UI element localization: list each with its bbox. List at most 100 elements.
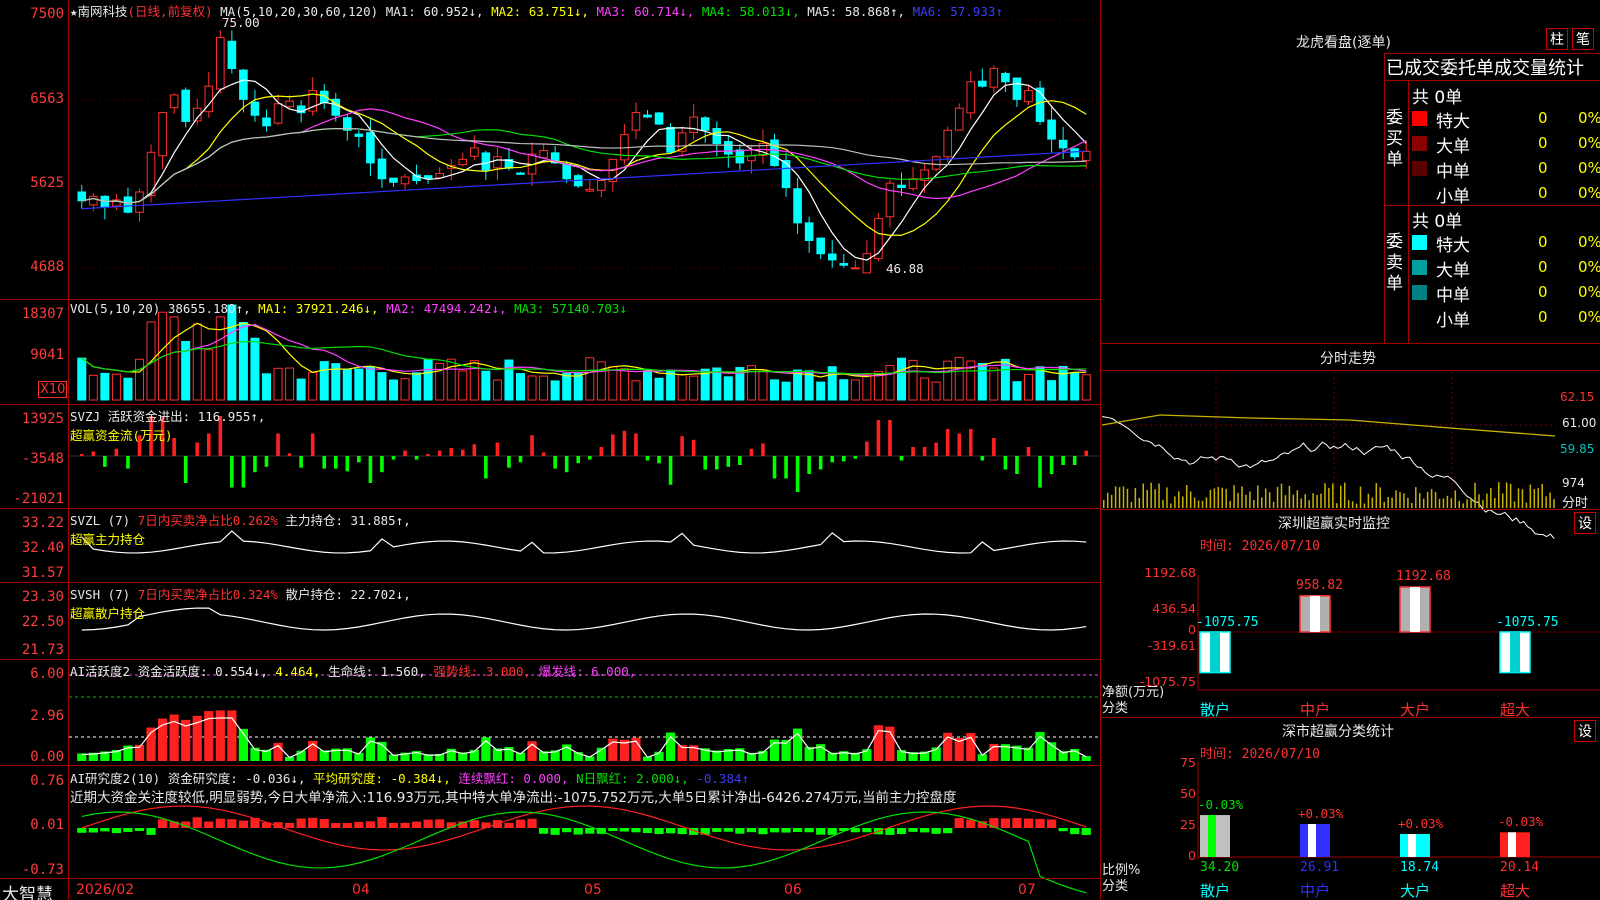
vol-multiplier[interactable]: X10 xyxy=(38,381,68,398)
fenshi-vol-bar xyxy=(1122,486,1125,508)
fenshi-vol-bar xyxy=(1126,488,1129,508)
stats-category[interactable]: 超大 xyxy=(1500,880,1530,900)
fenshi-vol-bar xyxy=(1545,496,1547,508)
fenshi-vol-bar xyxy=(1525,502,1528,508)
ai2-label: AI研究度2(10) xyxy=(70,771,161,786)
flow-bar xyxy=(253,456,257,473)
volume-bar xyxy=(954,356,964,401)
ma2-value: MA2: 63.751↓, xyxy=(491,4,589,19)
stats-delta: -0.03% xyxy=(1198,797,1244,813)
ai2-extra: -0.384↑ xyxy=(696,771,750,786)
flow-bar xyxy=(391,456,396,460)
candle xyxy=(400,176,410,185)
flow-bar xyxy=(310,433,315,456)
low-price-mark: 46.88 xyxy=(886,261,924,276)
fenshi-vol-bar xyxy=(1501,493,1504,508)
research-bar xyxy=(619,828,630,832)
fenshi-vol-bar xyxy=(1454,490,1457,508)
research-bar xyxy=(296,818,306,828)
price-tick: 7500 xyxy=(30,6,64,22)
volume-bar xyxy=(296,378,306,401)
sell-row-label: 中单 xyxy=(1436,286,1470,306)
research-bar xyxy=(342,822,352,828)
volume-bar xyxy=(573,373,583,401)
flow-bar xyxy=(345,456,350,472)
xaxis-label: 04 xyxy=(352,882,370,898)
fenshi-vol-bar xyxy=(1268,492,1271,508)
volume-bar xyxy=(1035,366,1045,401)
fenshi-vol-bar xyxy=(1541,483,1543,508)
volume-bar xyxy=(238,322,248,401)
svsh-subtitle: 超赢散户持仓 xyxy=(70,606,146,621)
stats-settings-button[interactable]: 设 xyxy=(1574,720,1596,742)
candle xyxy=(700,117,710,131)
flow-bar xyxy=(657,456,661,464)
flow-bar xyxy=(784,456,788,479)
monitor-xtitle: 分类 xyxy=(1102,701,1129,716)
candle xyxy=(585,188,595,192)
candle xyxy=(493,156,502,169)
candle xyxy=(354,133,364,137)
stats-delta: -0.03% xyxy=(1498,814,1544,830)
research-bar xyxy=(308,817,318,828)
stats-category[interactable]: 中户 xyxy=(1300,880,1330,900)
stock-name[interactable]: ★南网科技 xyxy=(70,4,128,19)
research-bar xyxy=(816,828,826,835)
volume-bar xyxy=(746,365,756,401)
flow-bar xyxy=(1049,456,1054,474)
research-bar xyxy=(677,828,687,835)
sell-row-label: 特大 xyxy=(1436,236,1470,256)
ai2-nday: N日飘红: 2.000↓, xyxy=(576,771,689,786)
candle xyxy=(481,152,491,171)
flow-bar xyxy=(126,456,130,469)
volume-bar xyxy=(319,361,329,401)
ai2-value: 资金研究度: -0.036↓, xyxy=(167,771,306,786)
volume-bar xyxy=(666,369,676,401)
longhu-mid-sep xyxy=(1384,205,1600,206)
candle xyxy=(273,103,283,124)
research-bar xyxy=(966,819,976,828)
fenshi-vol-bar xyxy=(1458,500,1460,508)
buy-swatch xyxy=(1412,111,1427,126)
flow-bar xyxy=(599,447,604,456)
flow-bar xyxy=(530,435,534,456)
candle xyxy=(862,253,872,274)
flow-bar xyxy=(507,456,511,468)
ai1-tick: 0.00 xyxy=(30,749,64,765)
flow-bar xyxy=(1072,456,1077,465)
fenshi-vol-bar xyxy=(1486,493,1488,508)
candle xyxy=(770,139,779,167)
monitor-settings-button[interactable]: 设 xyxy=(1574,512,1596,534)
fenshi-vol-bar xyxy=(1312,493,1314,508)
stats-category[interactable]: 散户 xyxy=(1200,880,1230,900)
volume-bar xyxy=(770,379,779,401)
fenshi-vol-bar xyxy=(1280,483,1283,508)
stats-bar-highlight xyxy=(1308,823,1316,857)
flow-bar xyxy=(299,456,303,468)
ai2-tick: 0.01 xyxy=(30,817,64,833)
fenshi-vol-bar xyxy=(1383,501,1385,508)
ai1-label: AI活跃度2 xyxy=(70,664,131,679)
volume-bar xyxy=(723,376,733,401)
svzl-header: SVZL (7) 7日内买卖净占比0.262% 主力持仓: 31.885↑, 超… xyxy=(70,510,411,548)
research-bar xyxy=(573,828,583,835)
research-bar xyxy=(827,828,837,835)
flow-bar xyxy=(830,456,835,463)
tick-mode-button[interactable]: 笔 xyxy=(1572,28,1594,50)
period-label[interactable]: (日线,前复权) xyxy=(128,4,213,19)
bar-mode-button[interactable]: 柱 xyxy=(1546,28,1568,50)
flow-bar xyxy=(622,430,627,456)
volume-bar xyxy=(885,364,895,401)
stats-category[interactable]: 大户 xyxy=(1400,880,1430,900)
candle xyxy=(943,129,952,158)
volume-bar xyxy=(654,377,664,401)
stats-bar-highlight xyxy=(1408,834,1416,857)
svzj-tick: 13925 xyxy=(21,411,64,427)
candle xyxy=(954,107,964,131)
price-tick: 5625 xyxy=(30,175,64,191)
xaxis-line xyxy=(0,878,1100,879)
candle xyxy=(897,184,906,189)
fenshi-vol-bar xyxy=(1478,494,1480,508)
volume-bar xyxy=(111,373,121,401)
flow-bar xyxy=(738,456,742,465)
